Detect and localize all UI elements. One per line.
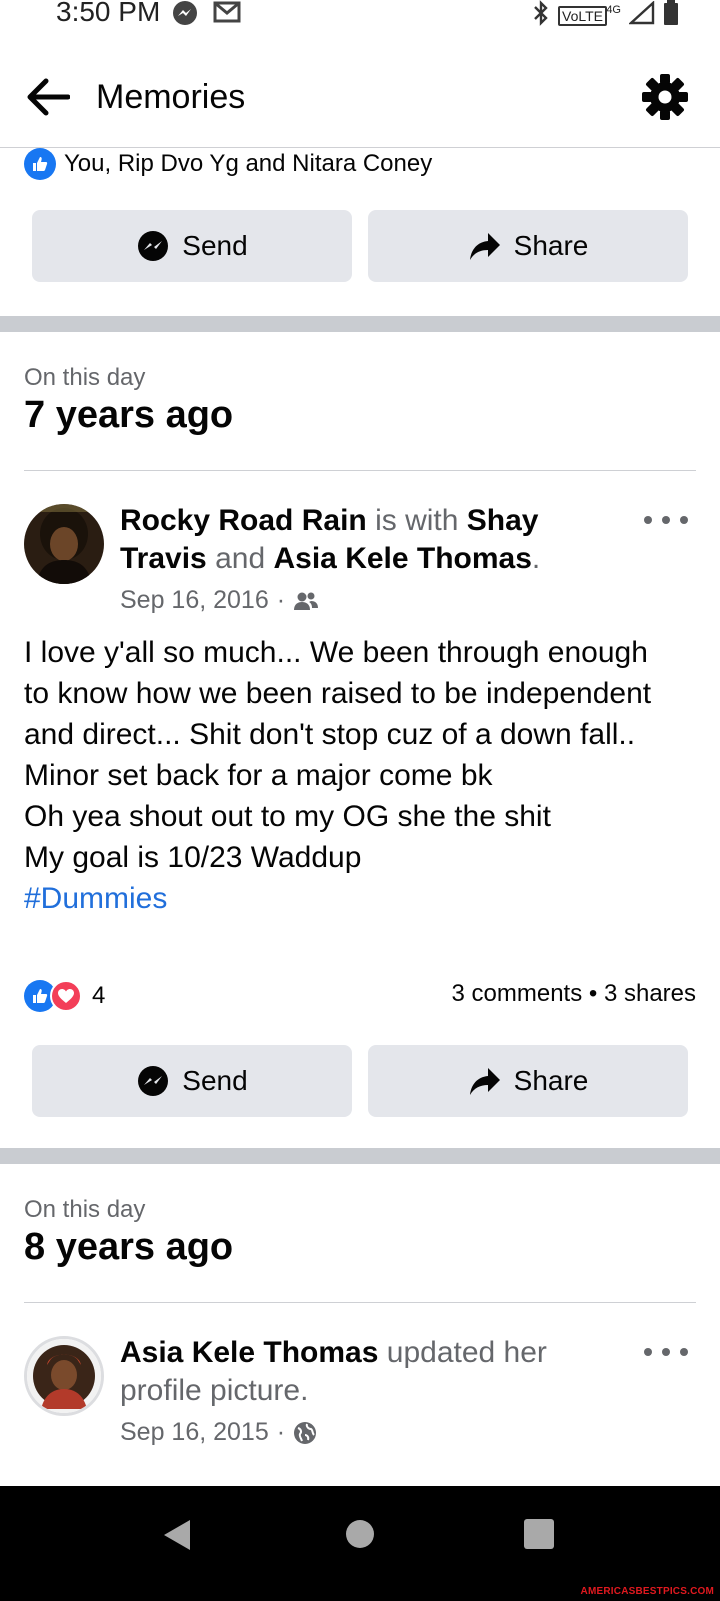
more-options-button[interactable] (644, 508, 688, 532)
status-time: 3:50 PM (56, 0, 161, 27)
hashtag-link[interactable]: #Dummies (24, 878, 704, 919)
reaction-count: 4 (92, 982, 106, 1009)
section-divider (0, 316, 720, 332)
reactors-text: You, Rip Dvo Yg and Nitara Coney (64, 150, 433, 177)
section-title: 7 years ago (24, 394, 234, 436)
section-kicker: On this day (24, 364, 146, 391)
messenger-icon (138, 1066, 169, 1096)
gear-icon (642, 74, 688, 120)
messenger-icon (138, 231, 169, 261)
nav-back-icon[interactable] (162, 1518, 192, 1552)
author-name[interactable]: Asia Kele Thomas (120, 1336, 378, 1369)
nav-recents-icon[interactable] (524, 1519, 554, 1549)
tagged-friend[interactable]: Asia Kele Thomas (273, 542, 531, 575)
settings-button[interactable] (638, 70, 692, 124)
volte-badge: VoLTE 4G (558, 4, 621, 26)
tagged-friend-cont[interactable]: Travis (120, 542, 207, 575)
post-header: Rocky Road Rain is with Shay Travis and … (120, 504, 541, 575)
messenger-notification-icon (172, 0, 198, 31)
avatar[interactable] (24, 504, 104, 584)
post-date[interactable]: Sep 16, 2015 (120, 1418, 269, 1447)
prev-post-actions: Send Share (32, 210, 688, 282)
section-kicker: On this day (24, 1196, 146, 1223)
page-title: Memories (96, 78, 246, 116)
share-arrow-icon (469, 233, 500, 260)
reactors-summary[interactable]: You, Rip Dvo Yg and Nitara Coney (24, 148, 432, 180)
section-separator (24, 1302, 696, 1303)
more-options-button[interactable] (644, 1340, 688, 1364)
back-arrow-icon (27, 78, 70, 116)
post-date[interactable]: Sep 16, 2016 (120, 586, 269, 615)
battery-icon (663, 0, 679, 31)
love-reaction-icon (50, 980, 82, 1012)
section-separator (24, 470, 696, 471)
watermark: AMERICASBESTPICS.COM (580, 1586, 714, 1597)
send-button[interactable]: Send (32, 1045, 352, 1117)
share-button[interactable]: Share (368, 210, 688, 282)
bluetooth-icon (532, 0, 550, 31)
comments-shares-count[interactable]: 3 comments • 3 shares (452, 980, 697, 1008)
friends-audience-icon (294, 592, 319, 610)
post-meta: Sep 16, 2015 · (120, 1418, 317, 1447)
post-header: Asia Kele Thomas updated her profile pic… (120, 1336, 547, 1407)
like-reaction-icon (24, 148, 56, 180)
nav-home-icon[interactable] (346, 1520, 374, 1548)
section-divider (0, 1148, 720, 1164)
status-bar: 3:50 PM VoLTE 4G (0, 0, 720, 30)
reaction-summary[interactable]: 4 (24, 980, 105, 1012)
send-button[interactable]: Send (32, 210, 352, 282)
gmail-notification-icon (212, 0, 242, 31)
post-actions: Send Share (32, 1045, 688, 1117)
avatar[interactable] (24, 1336, 104, 1416)
section-title: 8 years ago (24, 1226, 234, 1268)
system-nav-bar (0, 1486, 720, 1586)
post-meta: Sep 16, 2016 · (120, 586, 319, 615)
memories-header: Memories (0, 48, 720, 148)
back-button[interactable] (22, 74, 72, 120)
post-text: I love y'all so much... We been through … (24, 632, 704, 919)
author-name[interactable]: Rocky Road Rain (120, 504, 367, 537)
signal-icon (627, 0, 655, 30)
share-button[interactable]: Share (368, 1045, 688, 1117)
tagged-friend[interactable]: Shay (467, 504, 539, 537)
globe-public-icon (294, 1421, 317, 1444)
share-arrow-icon (469, 1068, 500, 1095)
